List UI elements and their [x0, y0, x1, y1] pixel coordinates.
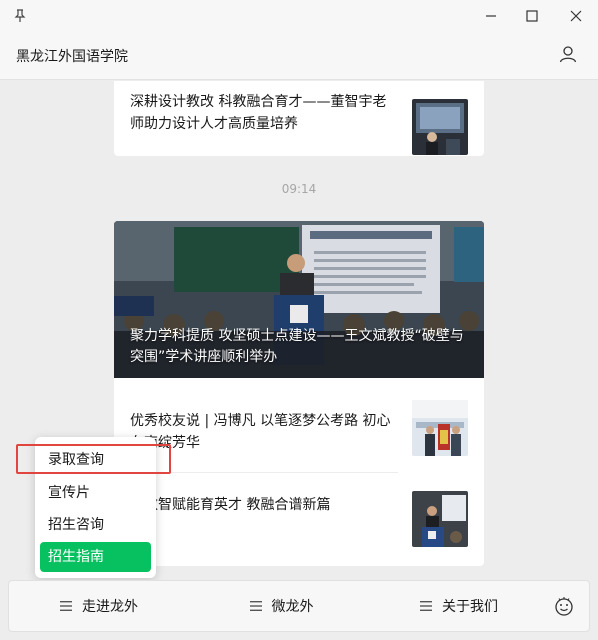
article-group-card[interactable]: 聚力学科提质 攻坚硕士点建设——王文斌教授“破壁与突围”学术讲座顺利举办 优秀校…	[114, 221, 484, 566]
bottom-menu-label: 走进龙外	[82, 599, 138, 615]
bottom-menu-label: 关于我们	[442, 599, 498, 615]
bottom-menu-item-zoujin[interactable]: 走进龙外	[9, 581, 189, 631]
window-titlebar	[0, 0, 598, 32]
menu-item-admission-query[interactable]: 录取查询	[40, 445, 151, 475]
article-thumbnail	[412, 491, 468, 547]
message-timestamp: 09:14	[281, 182, 317, 196]
menu-icon	[249, 601, 262, 611]
article-thumbnail	[412, 99, 468, 155]
list-item[interactable]: ：数智赋能育英才 教融合谱新篇	[114, 479, 484, 563]
minimize-icon[interactable]	[481, 6, 501, 26]
pin-icon[interactable]	[12, 8, 28, 24]
close-icon[interactable]	[566, 6, 586, 26]
menu-item-admission-guide[interactable]: 招生指南	[40, 542, 151, 572]
bottom-menu-item-about[interactable]: 关于我们	[374, 581, 544, 631]
bottom-menu-bar: 走进龙外 微龙外 关于我们	[8, 580, 590, 632]
article-title[interactable]: 优秀校友说 | 冯博凡 以笔逐梦公考路 初心在南绽芳华	[130, 410, 398, 454]
hero-article-title[interactable]: 聚力学科提质 攻坚硕士点建设——王文斌教授“破壁与突围”学术讲座顺利举办	[130, 326, 470, 368]
maximize-icon[interactable]	[522, 6, 542, 26]
article-title[interactable]: ：数智赋能育英才 教融合谱新篇	[130, 494, 398, 516]
article-card[interactable]: 深耕设计教改 科教融合育才——董智宇老师助力设计人才高质量培养	[114, 81, 484, 156]
article-title[interactable]: 深耕设计教改 科教融合育才——董智宇老师助力设计人才高质量培养	[130, 91, 398, 135]
hero-image[interactable]: 聚力学科提质 攻坚硕士点建设——王文斌教授“破壁与突围”学术讲座顺利举办	[114, 221, 484, 378]
emoji-icon[interactable]	[553, 595, 575, 617]
list-item[interactable]: 优秀校友说 | 冯博凡 以笔逐梦公考路 初心在南绽芳华	[114, 386, 484, 470]
menu-item-promo-video[interactable]: 宣传片	[40, 478, 151, 508]
menu-item-admission-consult[interactable]: 招生咨询	[40, 510, 151, 540]
menu-icon	[60, 601, 72, 611]
popup-menu: 录取查询 宣传片 招生咨询 招生指南	[35, 437, 156, 578]
page-title: 黑龙江外国语学院	[16, 49, 128, 65]
menu-icon	[420, 601, 432, 611]
divider	[130, 472, 398, 473]
user-icon[interactable]	[558, 44, 578, 64]
bottom-menu-label: 微龙外	[271, 599, 314, 615]
article-thumbnail	[412, 400, 468, 456]
chat-header: 黑龙江外国语学院	[0, 32, 598, 80]
bottom-menu-item-weilongwai[interactable]: 微龙外	[189, 581, 374, 631]
